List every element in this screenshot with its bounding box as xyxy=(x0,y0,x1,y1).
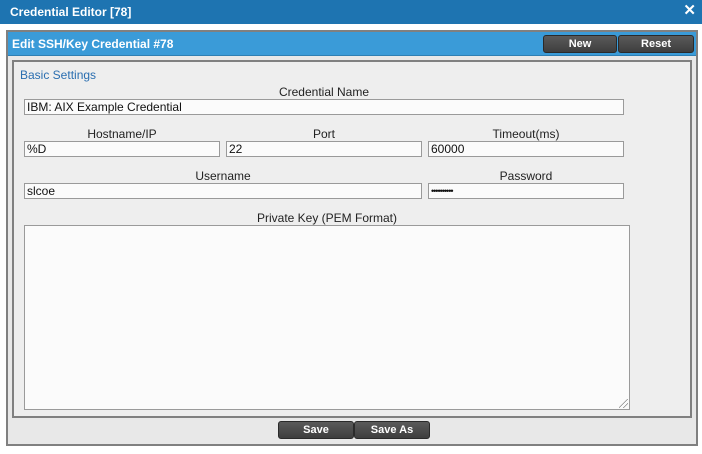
port-label: Port xyxy=(312,127,335,141)
reset-button[interactable]: Reset xyxy=(618,35,694,53)
port-input[interactable]: 22 xyxy=(226,141,422,157)
editor-title: Edit SSH/Key Credential #78 xyxy=(12,37,174,51)
section-title: Basic Settings xyxy=(20,68,97,82)
credential-name-label: Credential Name xyxy=(278,85,370,99)
basic-settings-panel: Basic Settings Credential Name IBM: AIX … xyxy=(12,60,692,418)
password-input[interactable]: •••••••••• xyxy=(428,183,624,199)
window-title: Credential Editor [78] xyxy=(10,5,132,19)
hostname-input[interactable]: %D xyxy=(24,141,220,157)
close-icon[interactable]: ✕ xyxy=(683,2,696,20)
credential-name-input[interactable]: IBM: AIX Example Credential xyxy=(24,99,624,115)
save-button[interactable]: Save xyxy=(278,421,354,439)
password-label: Password xyxy=(499,169,553,183)
window-titlebar: Credential Editor [78] ✕ xyxy=(0,0,702,24)
username-input[interactable]: slcoe xyxy=(24,183,422,199)
editor-container: Edit SSH/Key Credential #78 New Reset Ba… xyxy=(6,30,698,446)
private-key-label: Private Key (PEM Format) xyxy=(256,211,398,225)
editor-header: Edit SSH/Key Credential #78 New Reset xyxy=(8,32,696,56)
timeout-input[interactable]: 60000 xyxy=(428,141,624,157)
new-button[interactable]: New xyxy=(543,35,617,53)
hostname-label: Hostname/IP xyxy=(87,127,157,141)
username-label: Username xyxy=(195,169,251,183)
resize-grip-icon[interactable] xyxy=(619,399,628,408)
private-key-textarea[interactable] xyxy=(24,225,630,410)
timeout-label: Timeout(ms) xyxy=(492,127,560,141)
save-as-button[interactable]: Save As xyxy=(354,421,430,439)
